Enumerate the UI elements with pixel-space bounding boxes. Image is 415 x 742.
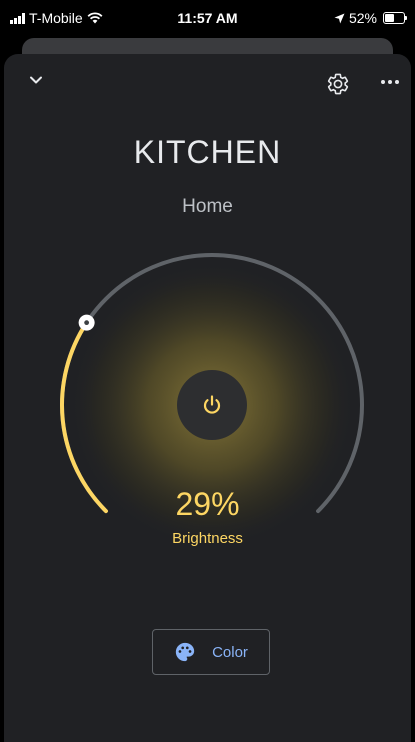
collapse-button[interactable] [24, 70, 48, 90]
battery-icon [383, 12, 407, 24]
battery-percentage: 52% [348, 10, 377, 26]
more-options-button[interactable] [376, 72, 404, 92]
color-button-label: Color [212, 643, 248, 661]
battery-info: 52% [334, 10, 407, 26]
chevron-down-icon [30, 76, 42, 84]
settings-button[interactable] [324, 70, 352, 98]
location-arrow-icon [334, 13, 345, 23]
brightness-label: Brightness [172, 530, 243, 547]
brightness-value: 29% [175, 486, 240, 522]
dial-thumb-center [84, 320, 90, 326]
room-name: Home [182, 196, 233, 217]
power-icon [203, 395, 221, 414]
more-horiz-icon [381, 80, 399, 84]
power-button[interactable] [177, 370, 247, 440]
gear-icon [327, 73, 349, 95]
color-button[interactable]: Color [152, 629, 270, 675]
palette-icon [175, 642, 195, 662]
status-bar: T-Mobile 11:57 AM 52% [0, 0, 415, 36]
device-name: KITCHEN [133, 134, 282, 170]
